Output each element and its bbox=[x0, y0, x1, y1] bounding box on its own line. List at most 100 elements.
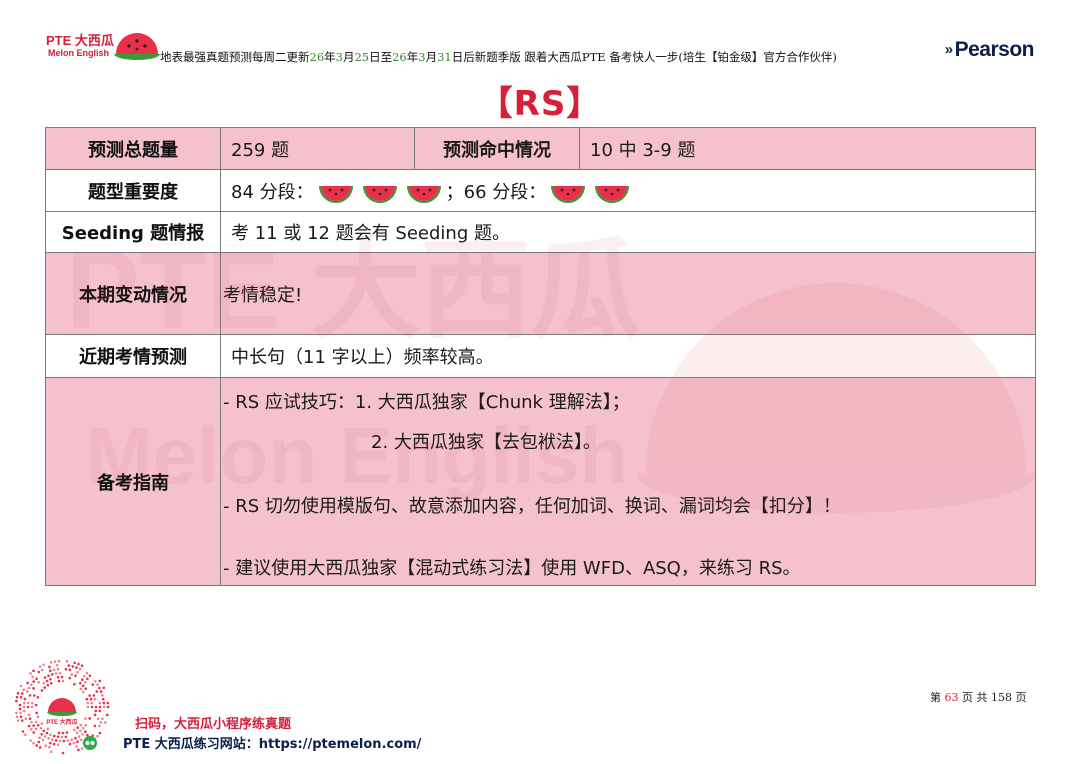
qr-dot bbox=[26, 705, 30, 709]
qr-dot bbox=[99, 690, 103, 693]
qr-dot bbox=[101, 694, 104, 697]
qr-dot bbox=[32, 669, 35, 673]
qr-dot bbox=[29, 739, 32, 742]
table-row-importance: 题型重要度 84 分段： ；66 分段： bbox=[46, 170, 1035, 212]
qr-dot bbox=[62, 739, 66, 743]
qr-dot bbox=[73, 661, 77, 665]
qr-dot bbox=[22, 688, 25, 692]
qr-dot bbox=[24, 717, 28, 721]
qr-dot bbox=[72, 741, 76, 745]
qr-dot bbox=[18, 707, 22, 711]
qr-dot bbox=[53, 660, 57, 663]
rs-forecast-table: 预测总题量 259 题 预测命中情况 10 中 3-9 题 题型重要度 84 分… bbox=[45, 127, 1036, 586]
watermelon-slice-icon bbox=[406, 185, 441, 203]
footer-site-link[interactable]: PTE 大西瓜练习网站：https://ptemelon.com/ bbox=[123, 733, 421, 752]
qr-dot bbox=[50, 681, 53, 685]
row-value-hit: 10 中 3-9 题 bbox=[590, 139, 696, 161]
qr-dot bbox=[52, 668, 56, 672]
qr-dot bbox=[52, 734, 56, 738]
qr-dot bbox=[71, 665, 75, 668]
qr-dot bbox=[102, 705, 106, 709]
qr-dot bbox=[38, 736, 41, 740]
qr-dot bbox=[29, 683, 33, 686]
qr-dot bbox=[75, 745, 78, 748]
qr-center-label: PTE 大西瓜 bbox=[46, 718, 77, 726]
qr-dot bbox=[86, 701, 89, 705]
qr-dot bbox=[85, 697, 89, 701]
qr-dot bbox=[22, 705, 26, 709]
row-label-total: 预测总题量 bbox=[46, 128, 221, 169]
qr-dot bbox=[38, 746, 42, 749]
qr-dot bbox=[88, 694, 92, 697]
qr-dot bbox=[25, 690, 29, 693]
qr-dot bbox=[34, 720, 38, 724]
qr-dot bbox=[84, 723, 88, 727]
qr-dot bbox=[32, 687, 35, 690]
qr-dot bbox=[61, 751, 65, 755]
qr-dot bbox=[32, 694, 36, 697]
qr-dot bbox=[22, 709, 26, 713]
row-label-prediction: 近期考情预测 bbox=[46, 335, 221, 377]
qr-dot bbox=[57, 731, 61, 735]
footer-scan-text: 扫码，大西瓜小程序练真题 bbox=[135, 717, 292, 732]
qr-dot bbox=[45, 731, 49, 735]
melon-rating-66 bbox=[546, 178, 634, 204]
qr-dot bbox=[88, 717, 92, 720]
qr-dot bbox=[81, 690, 85, 694]
qr-dot bbox=[94, 709, 98, 713]
qr-dot bbox=[98, 701, 102, 705]
qr-dot bbox=[93, 680, 97, 683]
qr-dot bbox=[28, 694, 32, 697]
qr-dot bbox=[96, 734, 99, 738]
qr-dot bbox=[44, 744, 48, 748]
watermelon-slice-icon bbox=[362, 185, 397, 203]
qr-dot bbox=[37, 670, 41, 674]
qr-dot bbox=[30, 705, 34, 709]
qr-dot bbox=[98, 709, 102, 713]
qr-dot bbox=[15, 715, 19, 719]
qr-dot bbox=[28, 717, 32, 720]
qr-dot bbox=[86, 733, 89, 737]
brand-pte-label: PTE 大西瓜 bbox=[46, 33, 114, 48]
qr-dot bbox=[21, 730, 25, 733]
page-current: 63 bbox=[944, 691, 959, 704]
qr-dot bbox=[15, 699, 18, 703]
qr-dot bbox=[16, 719, 20, 722]
qr-dot bbox=[81, 732, 84, 736]
pearson-mark-icon: » bbox=[944, 41, 953, 58]
qr-dot bbox=[102, 686, 106, 690]
score-84-label: 84 分段： bbox=[231, 181, 314, 203]
qr-dot bbox=[77, 748, 80, 752]
qr-dot bbox=[16, 692, 20, 695]
qr-dot bbox=[91, 683, 95, 686]
qr-dot bbox=[73, 728, 76, 732]
watermelon-logo-icon bbox=[114, 33, 160, 60]
qr-dot bbox=[48, 741, 52, 745]
qr-dot bbox=[80, 664, 84, 667]
qr-dot bbox=[29, 672, 32, 675]
qr-dot bbox=[49, 750, 53, 754]
qr-dot bbox=[39, 726, 43, 730]
qr-dot bbox=[70, 673, 74, 676]
qr-dot bbox=[36, 695, 40, 699]
qr-dot bbox=[76, 670, 79, 674]
qr-dot bbox=[38, 665, 42, 668]
qr-dot bbox=[30, 701, 34, 705]
qr-dot bbox=[37, 680, 40, 684]
qr-dot bbox=[106, 701, 110, 705]
qr-dot bbox=[22, 701, 26, 705]
qr-dot bbox=[32, 741, 35, 745]
qr-dot bbox=[96, 683, 99, 686]
qr-dot bbox=[49, 660, 53, 664]
qr-dot bbox=[93, 724, 97, 728]
qr-dot bbox=[84, 730, 87, 734]
qr-dot bbox=[92, 694, 96, 697]
qr-dot bbox=[40, 722, 44, 725]
qr-dot bbox=[37, 740, 41, 744]
qr-dot bbox=[47, 674, 50, 678]
qr-dot bbox=[81, 678, 84, 682]
qr-dot bbox=[60, 735, 64, 739]
header-update-text: 地表最强真题预测每周二更新26年3月25日至26年3月31日后新题季版 跟着大西… bbox=[160, 50, 837, 64]
qr-dot bbox=[58, 739, 62, 743]
qr-dot bbox=[35, 677, 38, 681]
